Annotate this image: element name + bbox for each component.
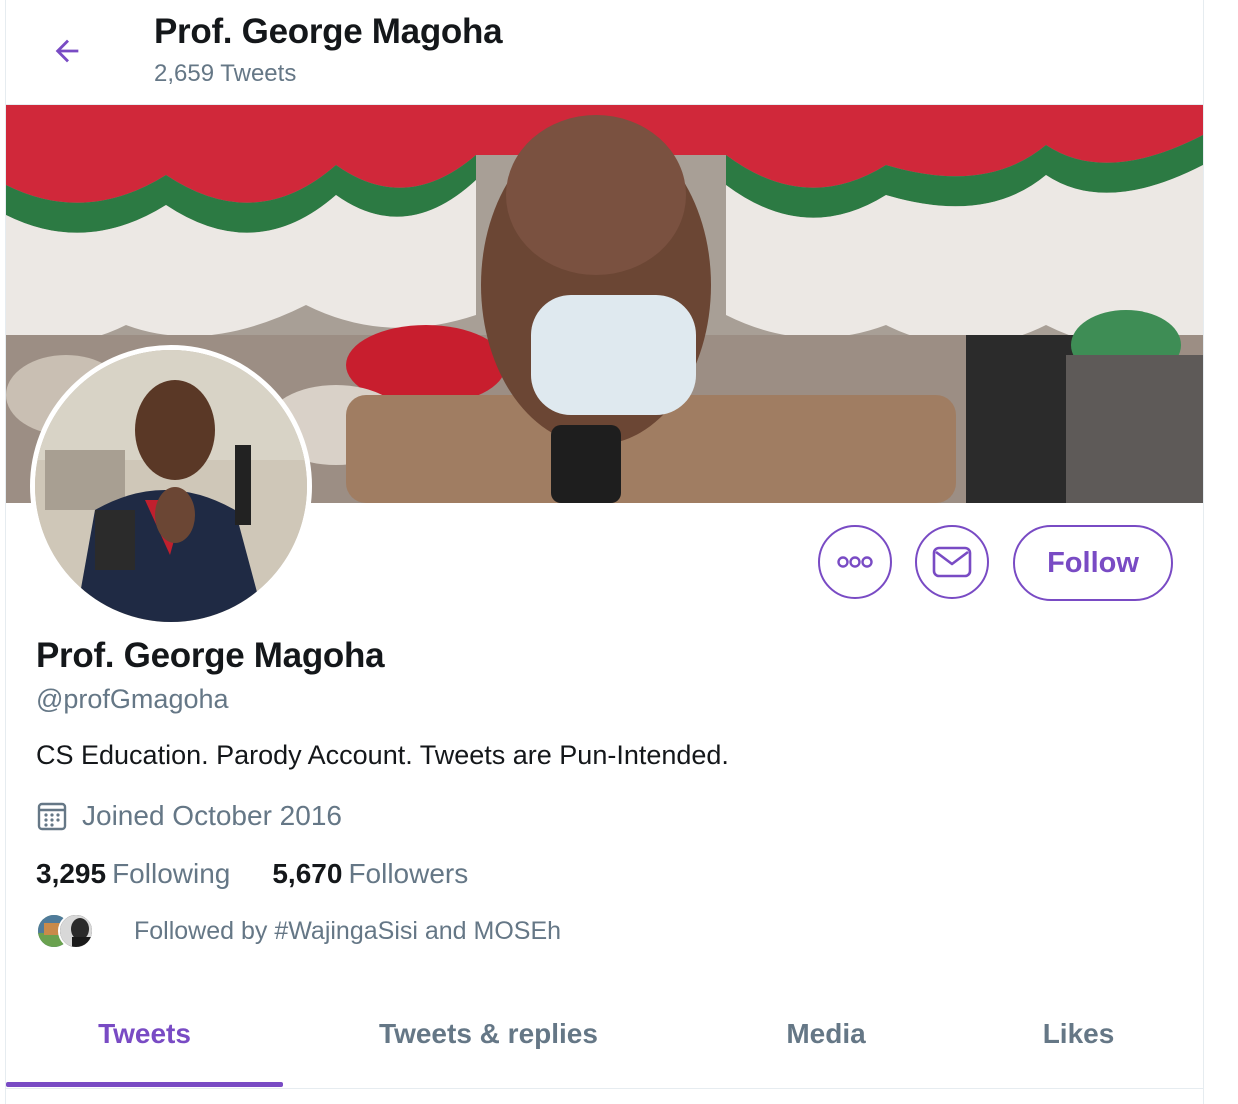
back-button[interactable] [44,28,90,74]
profile-avatar[interactable] [30,345,312,627]
calendar-icon [37,802,67,831]
message-button[interactable] [915,525,989,599]
followers-label: Followers [348,858,469,889]
followers-count: 5,670 [272,858,343,889]
following-label: Following [112,858,231,889]
active-tab-indicator [6,1082,283,1087]
profile-stats: 3,295 Following 5,670 Followers [36,858,510,890]
following-link[interactable]: 3,295 Following [36,858,230,890]
profile-name: Prof. George Magoha [36,636,385,675]
followers-link[interactable]: 5,670 Followers [272,858,468,890]
tab-tweets-replies[interactable]: Tweets & replies [316,1018,661,1050]
more-options-button[interactable] [818,525,892,599]
tab-tweets[interactable]: Tweets [6,1018,283,1050]
followed-by-text: Followed by #WajingaSisi and MOSEh [134,916,562,945]
more-icon [837,556,873,568]
tab-media[interactable]: Media [726,1018,926,1050]
tweet-count: 2,659 Tweets [154,60,297,87]
tab-likes[interactable]: Likes [986,1018,1171,1050]
header-title: Prof. George Magoha [154,12,503,51]
following-count: 3,295 [36,858,107,889]
back-arrow-icon [55,39,79,63]
joined-date: Joined October 2016 [82,800,342,831]
profile-header: Prof. George Magoha 2,659 Tweets [6,0,1203,105]
follow-button[interactable]: Follow [1013,525,1173,601]
followed-by[interactable]: Followed by #WajingaSisi and MOSEh [36,913,561,949]
profile-column: Prof. George Magoha 2,659 Tweets Follow … [5,0,1204,1104]
profile-bio: CS Education. Parody Account. Tweets are… [36,740,729,770]
profile-tabs: Tweets Tweets & replies Media Likes [6,1000,1203,1089]
follower-avatar [58,913,94,949]
joined-info: Joined October 2016 [36,800,342,832]
profile-handle: @profGmagoha [36,684,229,714]
envelope-icon [932,546,972,578]
